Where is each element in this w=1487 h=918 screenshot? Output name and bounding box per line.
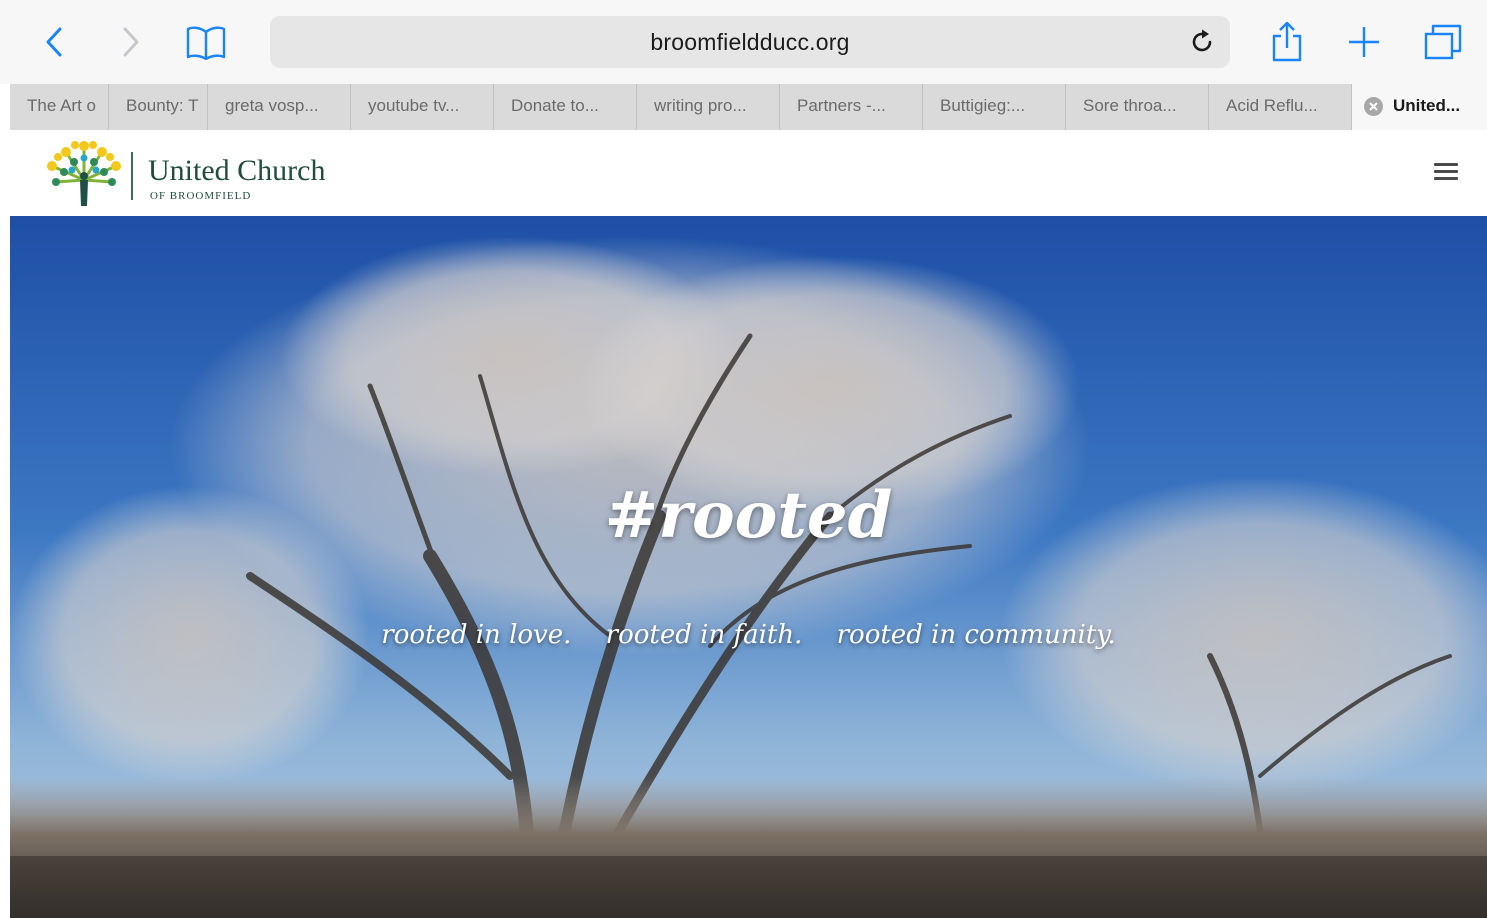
book-icon <box>186 26 226 60</box>
reload-icon <box>1192 29 1212 52</box>
tab-label: Sore throa... <box>1083 96 1177 115</box>
tab[interactable]: Buttigieg:... <box>923 84 1066 130</box>
brand-subtitle: OF BROOMFIELD <box>150 190 252 202</box>
tagline-love: rooted in love. <box>381 620 572 650</box>
tab[interactable]: greta vosp... <box>208 84 351 130</box>
tab-label: The Art o <box>27 96 96 115</box>
tab[interactable]: The Art o <box>10 84 109 130</box>
logo-divider <box>131 152 133 200</box>
address-bar[interactable]: broomfieldducc.org <box>270 16 1230 68</box>
tab-label: writing pro... <box>654 96 747 115</box>
url-text[interactable]: broomfieldducc.org <box>270 16 1230 68</box>
hamburger-menu-icon <box>1434 163 1458 166</box>
tab-label: youtube tv... <box>368 96 460 115</box>
tab[interactable]: Acid Reflu... <box>1209 84 1352 130</box>
share-icon <box>1272 21 1302 62</box>
hero-tagline: rooted in love. rooted in faith. rooted … <box>10 620 1487 650</box>
tab-label: Buttigieg:... <box>940 96 1026 115</box>
site-logo[interactable]: United Church OF BROOMFIELD <box>44 138 344 208</box>
tab-label: United... <box>1393 96 1461 115</box>
tab[interactable]: youtube tv... <box>351 84 494 130</box>
site-header: United Church OF BROOMFIELD <box>10 130 1487 216</box>
chevron-right-icon <box>123 27 139 57</box>
back-button[interactable] <box>34 20 76 64</box>
tab-label: Acid Reflu... <box>1226 96 1318 115</box>
show-tabs-button[interactable] <box>1418 18 1468 66</box>
tabs-icon <box>1424 24 1462 60</box>
hero-background-image <box>10 216 1487 918</box>
tagline-community: rooted in community. <box>836 620 1116 650</box>
tab[interactable]: Donate to... <box>494 84 637 130</box>
hero-title: #rooted <box>604 478 893 553</box>
plus-icon <box>1349 27 1379 57</box>
share-button[interactable] <box>1264 16 1310 66</box>
browser-toolbar: broomfieldducc.org <box>0 0 1487 84</box>
bookmarks-button[interactable] <box>180 20 232 64</box>
hero-banner: #rooted rooted in love. rooted in faith.… <box>10 216 1487 918</box>
browser-window: broomfieldducc.org The Art o Bounty: T g… <box>0 0 1487 918</box>
close-icon <box>1369 102 1378 111</box>
reload-button[interactable] <box>1182 22 1222 62</box>
tab[interactable]: Bounty: T <box>109 84 208 130</box>
tab-label: greta vosp... <box>225 96 319 115</box>
tree-logo-icon <box>47 141 121 206</box>
tab-label: Partners -... <box>797 96 886 115</box>
chevron-left-icon <box>46 27 62 57</box>
brand-name: United Church <box>148 154 326 187</box>
tab-bar: The Art o Bounty: T greta vosp... youtub… <box>10 84 1487 131</box>
tab[interactable]: Sore throa... <box>1066 84 1209 130</box>
new-tab-button[interactable] <box>1340 18 1388 66</box>
tab[interactable]: writing pro... <box>637 84 780 130</box>
tab-label: Bounty: T <box>126 96 199 115</box>
tab-active[interactable]: United... <box>1352 84 1487 130</box>
hamburger-menu-button[interactable] <box>1434 163 1458 185</box>
close-tab-button[interactable] <box>1364 97 1383 116</box>
forward-button[interactable] <box>110 20 150 64</box>
tab-label: Donate to... <box>511 96 599 115</box>
tagline-faith: rooted in faith. <box>605 620 803 650</box>
tab[interactable]: Partners -... <box>780 84 923 130</box>
